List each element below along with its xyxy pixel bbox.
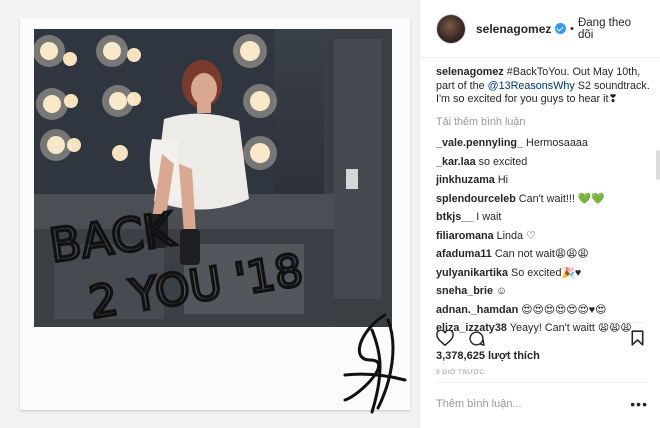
comment-username[interactable]: adnan._hamdan (436, 304, 518, 316)
heart-icon[interactable] (436, 330, 454, 346)
comment-item: splendourceleb Can't wait!!! 💚💚 (436, 193, 650, 207)
comment-text: Hermosaaaa (526, 137, 588, 149)
post-header: selenagomez • Đang theo dõi (420, 0, 660, 58)
post-photo[interactable] (34, 29, 392, 327)
comment-item: yulyanikartika So excited🎉♥ (436, 267, 650, 281)
comment-item: btkjs__ I wait (436, 211, 650, 225)
comment-username[interactable]: yulyanikartika (436, 267, 508, 279)
comment-item: afaduma11 Can not wait😩😩😩 (436, 248, 650, 262)
caption-mention-link[interactable]: @13ReasonsWhy (488, 80, 575, 92)
photo-scene (34, 29, 392, 327)
load-more-comments-link[interactable]: Tải thêm bình luận (436, 116, 650, 130)
comments-scrollbar[interactable] (656, 150, 660, 180)
bookmark-icon[interactable] (631, 330, 644, 346)
comment-text: So excited🎉♥ (511, 266, 582, 279)
comment-username[interactable]: _vale.pennyling_ (436, 137, 523, 149)
comment-username[interactable]: afaduma11 (436, 248, 492, 260)
comment-text: Can not wait😩😩😩 (494, 248, 589, 260)
comment-item: _kar.laa so excited (436, 156, 650, 170)
more-options-icon[interactable]: ••• (630, 396, 648, 412)
caption: selenagomez #BackToYou. Out May 10th, pa… (436, 66, 650, 107)
comment-item: filiaromana Linda ♡ (436, 230, 650, 244)
separator-dot: • (570, 22, 574, 35)
comment-text: Can't wait!!! 💚💚 (518, 192, 605, 205)
caption-username[interactable]: selenagomez (436, 66, 504, 78)
comment-username[interactable]: _kar.laa (436, 156, 476, 168)
comment-item: sneha_brie ☺ (436, 285, 650, 299)
avatar[interactable] (436, 13, 466, 44)
comment-username[interactable]: splendourceleb (436, 193, 516, 205)
comment-username[interactable]: btkjs__ (436, 211, 473, 223)
comment-text: Hi (497, 174, 509, 186)
following-button[interactable]: Đang theo dõi (578, 17, 648, 41)
comment-username[interactable]: jinkhuzama (436, 174, 495, 186)
comment-text: I wait (476, 211, 502, 223)
post-timestamp: 9 GIỜ TRƯỚC (436, 369, 485, 376)
post-image-panel: BACK 2 YOU '18 (0, 0, 419, 428)
comment-text: 😍😍😍😍😍😍♥😍 (521, 303, 607, 316)
comment-item: _vale.pennyling_ Hermosaaaa (436, 137, 650, 151)
comment-username[interactable]: filiaromana (436, 230, 494, 242)
comment-username[interactable]: sneha_brie (436, 285, 493, 297)
comment-item: jinkhuzama Hi (436, 174, 650, 188)
add-comment-input[interactable] (436, 397, 631, 410)
comment-text: Linda ♡ (496, 229, 536, 242)
comment-text: so excited (478, 155, 528, 168)
post-details-panel: selenagomez • Đang theo dõi selenagomez … (419, 0, 660, 428)
polaroid-frame (20, 18, 410, 410)
comment-icon[interactable] (468, 330, 485, 347)
username-link[interactable]: selenagomez (476, 22, 551, 36)
comment-item: adnan._hamdan 😍😍😍😍😍😍♥😍 (436, 304, 650, 318)
post-actions (436, 322, 644, 346)
verified-badge-icon (555, 23, 567, 34)
add-comment-bar: ••• (436, 382, 648, 424)
likes-count[interactable]: 3,378,625 lượt thích (436, 350, 540, 362)
comments-list: selenagomez #BackToYou. Out May 10th, pa… (436, 66, 650, 341)
comment-text: ☺ (496, 285, 508, 297)
